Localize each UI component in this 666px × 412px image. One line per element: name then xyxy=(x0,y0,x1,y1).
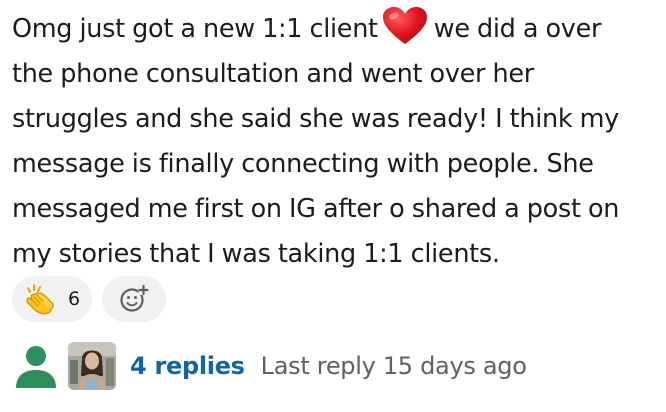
add-reaction-icon xyxy=(120,284,149,312)
heart-icon xyxy=(382,7,427,44)
message-line-3: struggles and she said she was ready! I … xyxy=(12,104,619,134)
message-line-5: messaged me first on IG after o shared a… xyxy=(12,194,620,224)
clapping-hands-icon xyxy=(26,284,54,315)
reaction-clap-button[interactable]: 6 xyxy=(12,276,92,322)
thread-summary[interactable]: 4 replies Last reply 15 days ago xyxy=(12,342,527,390)
last-reply-timestamp: Last reply 15 days ago xyxy=(260,352,527,380)
replies-link[interactable]: 4 replies xyxy=(130,352,245,380)
reaction-count: 6 xyxy=(68,288,81,310)
message-segment: we did a over xyxy=(433,14,602,44)
user-avatar-photo[interactable] xyxy=(68,342,116,390)
default-avatar[interactable] xyxy=(12,342,60,390)
message-line-1: Omg just got a new 1:1 client we did a ov… xyxy=(12,6,662,52)
reaction-bar: 6 xyxy=(12,276,166,322)
message-line-2: the phone consultation and went over her xyxy=(12,59,534,89)
message-line-4: message is finally connecting with peopl… xyxy=(12,149,594,179)
message-segment: Omg just got a new 1:1 client xyxy=(12,14,378,44)
user-photo-icon xyxy=(68,342,116,390)
person-icon xyxy=(16,346,56,388)
add-reaction-button[interactable] xyxy=(102,276,166,322)
message-line-6: my stories that I was taking 1:1 clients… xyxy=(12,239,500,269)
message-text: Omg just got a new 1:1 client we did a ov… xyxy=(12,6,662,277)
